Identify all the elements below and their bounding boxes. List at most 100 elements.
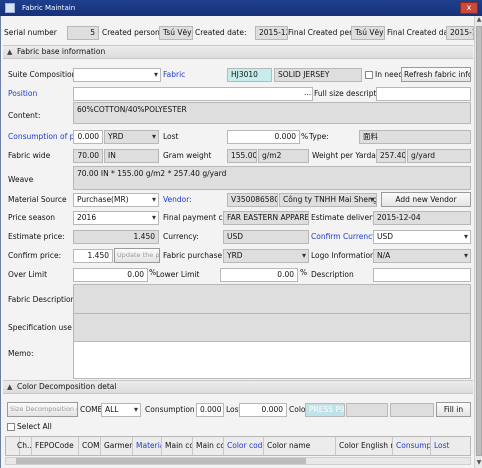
estimate-price-field: 1.450 bbox=[73, 230, 159, 244]
over-limit-label: Over Limit bbox=[8, 270, 48, 279]
window-title: Fabric Maintain bbox=[22, 4, 76, 12]
lost-percent: % bbox=[301, 132, 309, 141]
fabric-wide-field: 70.00 bbox=[73, 149, 103, 163]
select-all-label: Select All bbox=[17, 422, 52, 431]
position-ellipsis-button[interactable]: ... bbox=[304, 87, 311, 99]
size-decomposition-button[interactable]: Size Decomposition detail bbox=[7, 402, 78, 417]
full-size-desc-field[interactable] bbox=[376, 87, 471, 101]
over-limit-field[interactable]: 0.00 bbox=[73, 268, 148, 282]
logo-info-select[interactable]: N/A bbox=[373, 249, 471, 263]
scroll-down-icon[interactable]: ▼ bbox=[475, 459, 482, 467]
content-label: Content: bbox=[8, 111, 41, 120]
type-field: 面料 bbox=[359, 130, 471, 144]
vendor-name-select[interactable]: Công ty TNHH Mai Sheng Textil... bbox=[279, 193, 377, 207]
color-grid-header: Ch... FEPOCode COMB Garment ... Material… bbox=[5, 436, 471, 456]
consumption-field[interactable]: 0.000 bbox=[73, 130, 103, 144]
confirm-currency-select[interactable]: USD bbox=[373, 230, 471, 244]
cd-lost-field[interactable]: 0.000 bbox=[239, 403, 287, 417]
lower-limit-percent: % bbox=[300, 268, 308, 277]
fabric-description-area bbox=[73, 284, 471, 314]
weight-per-yard-field: 257.40 bbox=[376, 149, 406, 163]
cd-consumption-field[interactable]: 0.000 bbox=[196, 403, 224, 417]
consumption-label[interactable]: Consumption of pc bbox=[8, 130, 79, 144]
content-field: 60%COTTON/40%POLYESTER bbox=[73, 102, 471, 124]
grid-col-comb[interactable]: COMB bbox=[79, 437, 101, 455]
gram-weight-field: 155.00 bbox=[227, 149, 257, 163]
material-source-label: Material Source bbox=[8, 195, 67, 204]
grid-col-main-color-2[interactable]: Main colo... bbox=[193, 437, 224, 455]
lost-field[interactable]: 0.000 bbox=[227, 130, 300, 144]
lower-limit-field[interactable]: 0.00 bbox=[220, 268, 298, 282]
created-date-label: Created date: bbox=[195, 28, 247, 37]
grid-col-color-english-name[interactable]: Color English name bbox=[336, 437, 393, 455]
fabric-description-label: Fabric Description: bbox=[8, 295, 78, 304]
refresh-fabric-button[interactable]: Refresh fabric information bbox=[401, 67, 471, 82]
serial-label: Serial number bbox=[4, 28, 57, 37]
grid-scroll-thumb[interactable] bbox=[16, 458, 306, 464]
vertical-scrollbar[interactable]: ▲ ▼ bbox=[474, 16, 482, 468]
grid-col-fepocode[interactable]: FEPOCode bbox=[32, 437, 79, 455]
grid-horizontal-scrollbar[interactable] bbox=[5, 457, 471, 465]
lower-limit-label: Lower Limit bbox=[156, 270, 200, 279]
collapse-chevron-icon[interactable]: ▲ bbox=[7, 46, 12, 58]
cd-color-extra-1 bbox=[346, 403, 388, 417]
confirm-price-field[interactable]: 1.450 bbox=[73, 249, 113, 263]
gram-weight-unit: g/m2 bbox=[258, 149, 309, 163]
created-date-field: 2015-12-( bbox=[255, 26, 288, 40]
vendor-label[interactable]: Vendor: bbox=[163, 193, 192, 207]
update-price-button[interactable]: Update the price bbox=[114, 248, 160, 263]
section-title: Fabric base information bbox=[17, 47, 106, 56]
suite-composition-select[interactable] bbox=[73, 68, 161, 82]
grid-col-material[interactable]: Material ... bbox=[133, 437, 162, 455]
window-titlebar: Fabric Maintain x bbox=[0, 0, 482, 16]
color-decomp-section-header[interactable]: ▲ Color Decomposition detal bbox=[3, 380, 473, 394]
scroll-up-icon[interactable]: ▲ bbox=[475, 16, 482, 24]
weight-per-yard-label: Weight per Yardage bbox=[312, 151, 386, 160]
grid-col-color-code[interactable]: Color code bbox=[224, 437, 264, 455]
select-all-checkbox[interactable] bbox=[7, 423, 15, 431]
created-person-label: Created person: bbox=[102, 28, 163, 37]
grid-col-consumption[interactable]: Consumptio... bbox=[393, 437, 431, 455]
currency-label: Currency: bbox=[163, 232, 199, 241]
position-label[interactable]: Position bbox=[8, 87, 37, 101]
estimate-price-label: Estimate price: bbox=[8, 232, 65, 241]
need-size-checkbox[interactable] bbox=[365, 71, 373, 79]
serial-field: 5 bbox=[67, 26, 99, 40]
grid-col-color-name[interactable]: Color name bbox=[264, 437, 336, 455]
comb-select[interactable]: ALL bbox=[101, 403, 141, 417]
fabric-wide-label: Fabric wide bbox=[8, 151, 51, 160]
confirm-price-label: Confirm price: bbox=[8, 251, 62, 260]
consumption-unit-select[interactable]: YRD bbox=[104, 130, 159, 144]
type-label: Type: bbox=[309, 132, 329, 141]
suite-composition-label: Suite Composition bbox=[8, 70, 77, 79]
app-icon bbox=[5, 3, 15, 13]
final-created-person-field: Tsú Vẽy M bbox=[351, 26, 385, 40]
material-source-select[interactable]: Purchase(MR) bbox=[73, 193, 159, 207]
fabric-wide-unit: IN bbox=[104, 149, 159, 163]
close-button[interactable]: x bbox=[460, 2, 478, 14]
fabric-code-field[interactable]: HJ3010 bbox=[227, 68, 272, 82]
add-vendor-button[interactable]: Add new Vendor bbox=[381, 192, 471, 207]
fill-in-button[interactable]: Fill in bbox=[436, 402, 471, 417]
memo-area[interactable] bbox=[73, 341, 471, 379]
fabric-base-section-header[interactable]: ▲ Fabric base information bbox=[3, 45, 473, 59]
weave-field: 70.00 IN * 155.00 g/m2 * 257.40 g/yard bbox=[73, 166, 471, 190]
grid-col-check[interactable]: Ch... bbox=[14, 437, 32, 455]
fabric-purchase-unit-select[interactable]: YRD bbox=[223, 249, 309, 263]
gram-weight-label: Gram weight bbox=[163, 151, 212, 160]
position-field[interactable] bbox=[73, 87, 313, 101]
confirm-currency-label[interactable]: Confirm Currency bbox=[311, 230, 377, 244]
price-season-select[interactable]: 2016 bbox=[73, 211, 159, 225]
grid-col-main-color-1[interactable]: Main col... bbox=[162, 437, 193, 455]
grid-col-lost[interactable]: Lost bbox=[431, 437, 472, 455]
memo-label: Memo: bbox=[8, 349, 34, 358]
currency-field: USD bbox=[223, 230, 309, 244]
collapse-chevron-icon[interactable]: ▲ bbox=[7, 381, 12, 393]
grid-col-garment[interactable]: Garment ... bbox=[101, 437, 133, 455]
description-field[interactable] bbox=[373, 268, 471, 282]
cd-color-field[interactable]: PRESS P9 FI bbox=[305, 403, 345, 417]
lost-label: Lost bbox=[163, 132, 179, 141]
final-payment-company-field: FAR EASTERN APPAREL (VIETNA bbox=[223, 211, 309, 225]
fabric-label[interactable]: Fabric bbox=[163, 68, 185, 82]
scroll-thumb[interactable] bbox=[476, 26, 482, 456]
